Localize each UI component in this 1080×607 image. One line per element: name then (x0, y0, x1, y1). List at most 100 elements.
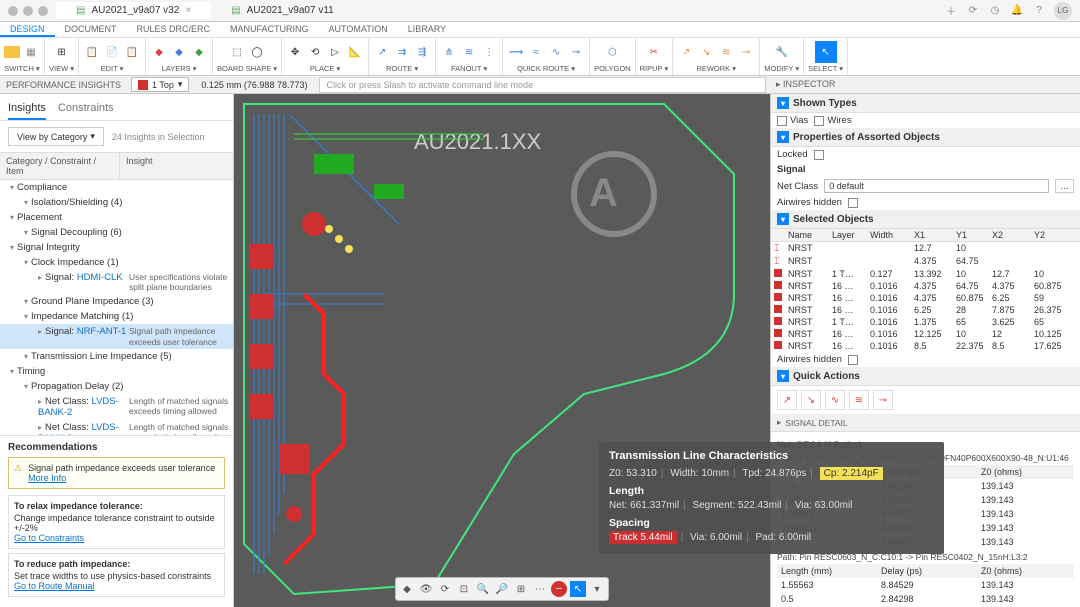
window-controls[interactable] (0, 6, 56, 16)
trace-info-overlay: Transmission Line Characteristics Z0: 53… (599, 442, 944, 554)
insight-count: 24 Insights in Selection (112, 132, 205, 142)
table-row[interactable]: NRST16 …0.10164.37564.754.37560.875 (771, 280, 1080, 292)
tree-node[interactable]: ▸Net Class: LVDS-BANK-3Length of matched… (0, 420, 233, 435)
ribbon-rework[interactable]: ↗↘≋⊸REWORK ▾ (673, 38, 760, 75)
airwires-checkbox-2[interactable] (848, 355, 858, 365)
qa-4[interactable]: ≋ (849, 390, 869, 410)
tree-node[interactable]: ▾Isolation/Shielding (4) (0, 195, 233, 210)
menu-design[interactable]: DESIGN (0, 22, 55, 37)
context-bar: PERFORMANCE INSIGHTS 1 Top▾ 0.125 mm (76… (0, 76, 1080, 94)
tree-node[interactable]: ▾Compliance (0, 180, 233, 195)
table-row[interactable]: NRST16 …0.101612.125101210.125 (771, 328, 1080, 340)
ribbon-ripup[interactable]: ✂RIPUP ▾ (636, 38, 674, 75)
zoom-fit-icon[interactable]: ⊡ (456, 581, 472, 597)
menu-document[interactable]: DOCUMENT (55, 22, 127, 37)
tree-node[interactable]: ▾Signal Integrity (0, 240, 233, 255)
table-row[interactable]: ⌶NRST12.710 (771, 242, 1080, 255)
ribbon-route[interactable]: ↗⇉⇶ROUTE ▾ (369, 38, 436, 75)
view-by-category-button[interactable]: View by Category ▾ (8, 127, 104, 146)
table-row[interactable]: NRST1 T…0.12713.3921012.710 (771, 268, 1080, 280)
qa-1[interactable]: ↗ (777, 390, 797, 410)
quick-actions-header[interactable]: ▾Quick Actions (771, 367, 1080, 386)
pcb-canvas[interactable]: A AU2021.1XX Transmiss (234, 94, 770, 607)
avatar[interactable]: LG (1054, 2, 1072, 20)
ribbon-layers[interactable]: ◆◆◆LAYERS ▾ (146, 38, 213, 75)
help-icon[interactable]: ? (1032, 4, 1046, 18)
tab-insights[interactable]: Insights (8, 98, 46, 120)
go-to-constraints-link[interactable]: Go to Constraints (14, 533, 84, 543)
table-row[interactable]: ⌶NRST4.37564.75 (771, 255, 1080, 268)
zoom-out-icon[interactable]: 🔍 (475, 581, 491, 597)
netclass-more-button[interactable]: … (1055, 179, 1074, 193)
clock-icon[interactable]: ◷ (988, 4, 1002, 18)
airwires-checkbox[interactable] (848, 198, 858, 208)
ribbon-fanout[interactable]: ⋔≋⋮FANOUT ▾ (436, 38, 503, 75)
properties-header[interactable]: ▾Properties of Assorted Objects (771, 128, 1080, 147)
signal-row[interactable]: 1.555638.84529139.143 (777, 578, 1074, 592)
tree-node[interactable]: ▾Signal Decoupling (6) (0, 225, 233, 240)
stop-icon[interactable]: − (551, 581, 567, 597)
tree-node[interactable]: ▾Propagation Delay (2) (0, 379, 233, 394)
tree-node[interactable]: ▸Signal: HDMI-CLKUser specifications vio… (0, 270, 233, 294)
cursor-icon[interactable]: ↖ (570, 581, 586, 597)
titlebar: ▤AU2021_v9a07 v32× ▤AU2021_v9a07 v11 ＋ ⟳… (0, 0, 1080, 22)
qa-2[interactable]: ↘ (801, 390, 821, 410)
menu-rules[interactable]: RULES DRC/ERC (127, 22, 221, 37)
locked-checkbox[interactable] (814, 150, 824, 160)
insights-tree[interactable]: ▾Compliance▾Isolation/Shielding (4)▾Plac… (0, 180, 233, 435)
tab-constraints[interactable]: Constraints (58, 98, 114, 120)
selected-objects-table[interactable]: NameLayer WidthX1Y1 X2Y2 ⌶NRST12.710⌶NRS… (771, 229, 1080, 352)
tab-doc-1[interactable]: ▤AU2021_v9a07 v32× (56, 2, 211, 19)
selected-objects-header[interactable]: ▾Selected Objects (771, 210, 1080, 229)
qa-5[interactable]: ⊸ (873, 390, 893, 410)
eye-icon[interactable]: 👁 (418, 581, 434, 597)
ribbon-modify[interactable]: 🔧MODIFY ▾ (760, 38, 804, 75)
grid-icon[interactable]: ⊞ (513, 581, 529, 597)
close-icon[interactable]: × (185, 5, 191, 16)
tree-node[interactable]: ▸Net Class: LVDS-BANK-2Length of matched… (0, 394, 233, 420)
bell-icon[interactable]: 🔔 (1010, 4, 1024, 18)
more-info-link[interactable]: More Info (28, 473, 66, 483)
ribbon-view[interactable]: ⊞VIEW ▾ (45, 38, 79, 75)
ribbon-quick-route[interactable]: ⟿≈∿⊸QUICK ROUTE ▾ (503, 38, 590, 75)
tree-node[interactable]: ▾Placement (0, 210, 233, 225)
ribbon-board-shape[interactable]: ⬚◯BOARD SHAPE ▾ (213, 38, 282, 75)
tree-node[interactable]: ▾Ground Plane Impedance (3) (0, 294, 233, 309)
menu-icon[interactable]: ⋯ (532, 581, 548, 597)
ribbon-polygon[interactable]: ⬡POLYGON (590, 38, 636, 75)
table-row[interactable]: NRST1 T…0.10161.375653.62565 (771, 316, 1080, 328)
coordinates: 0.125 mm (76.988 78.773) (193, 80, 315, 90)
wires-checkbox[interactable]: Wires (814, 115, 851, 126)
signal-row[interactable]: 0.52.84298139.143 (777, 592, 1074, 606)
ribbon-switch[interactable]: ▦SWITCH ▾ (0, 38, 45, 75)
ribbon-select[interactable]: ↖SELECT ▾ (804, 38, 848, 75)
shown-types-header[interactable]: ▾Shown Types (771, 94, 1080, 113)
table-row[interactable]: NRST16 …0.10168.522.3758.517.625 (771, 340, 1080, 352)
go-to-route-manual-link[interactable]: Go to Route Manual (14, 581, 95, 591)
menu-library[interactable]: LIBRARY (398, 22, 456, 37)
ribbon-edit[interactable]: 📋📄📋EDIT ▾ (79, 38, 146, 75)
qa-3[interactable]: ∿ (825, 390, 845, 410)
ribbon-place[interactable]: ✥⟲▷📐PLACE ▾ (282, 38, 369, 75)
layer-selector[interactable]: 1 Top▾ (131, 77, 189, 92)
netclass-select[interactable]: 0 default (824, 179, 1049, 193)
sync-icon[interactable]: ⟳ (966, 4, 980, 18)
table-row[interactable]: NRST16 …0.10166.25287.87526.375 (771, 304, 1080, 316)
refresh-icon[interactable]: ⟳ (437, 581, 453, 597)
zoom-in-icon[interactable]: 🔎 (494, 581, 510, 597)
tree-node[interactable]: ▾Impedance Matching (1) (0, 309, 233, 324)
add-tab-icon[interactable]: ＋ (944, 4, 958, 18)
tree-node[interactable]: ▸Signal: NRF-ANT-1Signal path impedance … (0, 324, 233, 348)
chevron-icon[interactable]: ▾ (589, 581, 605, 597)
svg-text:A: A (589, 171, 618, 215)
command-input[interactable]: Click or press Slash to activate command… (319, 77, 766, 93)
layers-icon[interactable]: ◆ (399, 581, 415, 597)
tree-node[interactable]: ▾Clock Impedance (1) (0, 255, 233, 270)
tree-node[interactable]: ▾Timing (0, 364, 233, 379)
menu-manufacturing[interactable]: MANUFACTURING (220, 22, 319, 37)
menu-automation[interactable]: AUTOMATION (319, 22, 398, 37)
tab-doc-2[interactable]: ▤AU2021_v9a07 v11 (211, 2, 354, 19)
table-row[interactable]: NRST16 …0.10164.37560.8756.2559 (771, 292, 1080, 304)
vias-checkbox[interactable]: Vias (777, 115, 808, 126)
tree-node[interactable]: ▾Transmission Line Impedance (5) (0, 349, 233, 364)
